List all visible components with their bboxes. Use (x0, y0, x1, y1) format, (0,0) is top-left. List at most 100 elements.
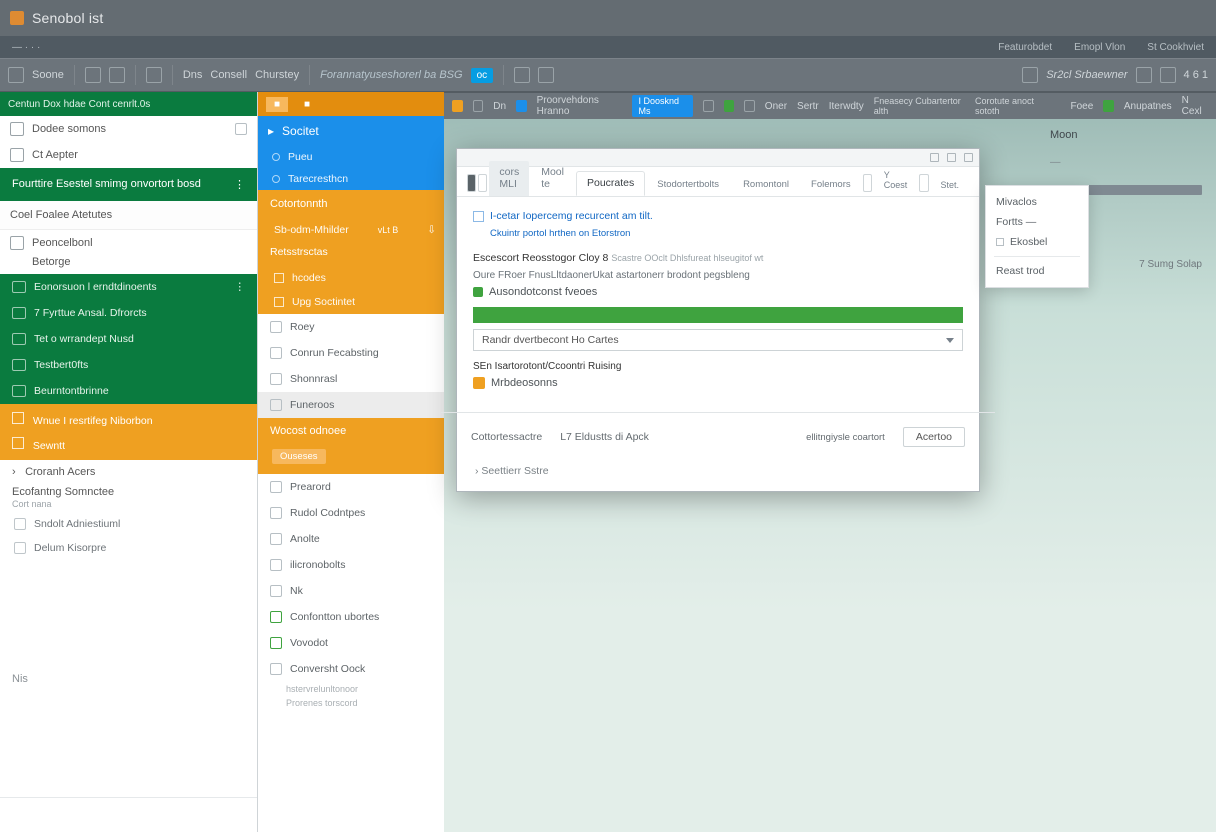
tool-icon[interactable] (1022, 67, 1038, 83)
mp-tab[interactable]: ■ (296, 97, 318, 112)
info-right-2[interactable]: St Cookhviet (1147, 42, 1204, 53)
mp-blue-item[interactable]: Pueu (258, 146, 444, 168)
mp-blue-header[interactable]: ▸Socitet (258, 116, 444, 146)
lp-item[interactable]: Betorge (0, 256, 257, 274)
tool-icon[interactable] (744, 100, 755, 112)
mp-orange-header2[interactable]: Wocost odnoee (258, 418, 444, 444)
minimize-icon[interactable] (930, 153, 939, 162)
lp-item[interactable]: Ct Aepter (0, 142, 257, 168)
tool-icon[interactable] (703, 100, 714, 112)
ct-right[interactable]: N Cexl (1182, 95, 1208, 117)
lp-subheader[interactable]: › Croranh Acers (0, 460, 257, 480)
mp-white-item[interactable]: Roey (258, 314, 444, 340)
mp-white-item[interactable]: Conversht Oock (258, 656, 444, 682)
tool-g1-0[interactable]: Dns (183, 69, 203, 81)
dialog-row[interactable]: Ausondotconst fveoes (473, 283, 963, 301)
mp-white-item[interactable]: ilicronobolts (258, 552, 444, 578)
tool-first[interactable]: Soone (32, 69, 64, 81)
mp-orange-item[interactable]: Upg Soctintet (258, 290, 444, 314)
dialog-link[interactable]: Ckuintr portol hrthen on Etorstron (473, 225, 963, 242)
ct-right[interactable]: Anupatnes (1124, 101, 1172, 112)
tool-r1[interactable]: Sr2cl Srbaewner (1046, 69, 1127, 81)
lp-item[interactable]: Sndolt Adniestiuml (0, 512, 257, 536)
lp-item[interactable]: Delum Kisorpre (0, 536, 257, 560)
lp-green-item[interactable]: 7 Fyrttue Ansal. Dfrorcts (0, 300, 257, 326)
dialog-tab-active[interactable]: Poucrates (576, 171, 645, 196)
ct-right[interactable]: Foee (1071, 101, 1094, 112)
tool-icon[interactable] (473, 100, 484, 112)
ct-mid[interactable]: Corotute anoct sototh (975, 96, 1051, 116)
lp-green-item[interactable]: Eonorsuon l erndtdinoents⋮ (0, 274, 257, 300)
ct-tag[interactable]: I Doosknd Ms (632, 95, 692, 117)
tool-badge[interactable]: oc (471, 68, 494, 83)
tab-icon[interactable] (919, 174, 928, 192)
lp-green-item[interactable]: Tet o wrrandept Nusd (0, 326, 257, 352)
mp-white-item[interactable]: Confontton ubortes (258, 604, 444, 630)
tool-icon[interactable] (1160, 67, 1176, 83)
ds-item[interactable]: Fortts — (994, 212, 1080, 232)
mp-white-item-selected[interactable]: Funeroos (258, 392, 444, 418)
tool-icon[interactable] (146, 67, 162, 83)
tool-g1-2[interactable]: Churstey (255, 69, 299, 81)
dialog-tab-group[interactable]: cors MLI (489, 161, 529, 196)
dialog-tab[interactable]: Romontonl (733, 174, 799, 196)
tool-icon[interactable] (1103, 100, 1114, 112)
mp-white-item[interactable]: Nk (258, 578, 444, 604)
mp-white-item[interactable]: Prearord (258, 474, 444, 500)
folder-icon[interactable] (452, 100, 463, 112)
mp-white-item[interactable]: Conrun Fecabsting (258, 340, 444, 366)
info-right-1[interactable]: Emopl Vlon (1074, 42, 1125, 53)
tool-icon[interactable] (85, 67, 101, 83)
ds-item[interactable]: Reast trod (994, 261, 1080, 281)
lp-gray-title[interactable]: Coel Foalee Atetutes (0, 201, 257, 230)
tab-icon[interactable] (467, 174, 476, 192)
lp-footer-icon[interactable] (0, 797, 257, 832)
dialog-link[interactable]: I-cetar Iopercemg recurcent am tilt. (473, 207, 963, 225)
lp-green-header[interactable]: Fourttire Esestel smimg onvortort bosd ⋮ (0, 168, 257, 201)
mp-white-item[interactable]: Anolte (258, 526, 444, 552)
lp-item[interactable]: Dodee somons (0, 116, 257, 142)
lp-green-item[interactable]: Testbert0fts (0, 352, 257, 378)
dialog-below[interactable]: › Seettierr Sstre (457, 459, 979, 491)
lp-item[interactable]: Peoncelbonl (0, 230, 257, 256)
tool-icon[interactable] (109, 67, 125, 83)
dialog-tab[interactable]: Y Coest (874, 165, 918, 196)
tool-icon[interactable] (538, 67, 554, 83)
tool-icon[interactable] (516, 100, 527, 112)
info-right-0[interactable]: Featurobdet (998, 42, 1052, 53)
lp-green-item[interactable]: Beurntontbrinne (0, 378, 257, 404)
tool-icon[interactable] (514, 67, 530, 83)
lp-footer[interactable]: Nis (0, 663, 257, 695)
download-icon[interactable]: ⇩ (427, 224, 436, 236)
maximize-icon[interactable] (947, 153, 956, 162)
ct-mid[interactable]: Iterwdty (829, 101, 864, 112)
ds-item[interactable]: Ekosbel (994, 232, 1080, 252)
close-icon[interactable] (964, 153, 973, 162)
mp-orange-item[interactable]: hcodes (258, 266, 444, 290)
mp-white-item[interactable]: Vovodot (258, 630, 444, 656)
dialog-tab[interactable]: Mool te (531, 161, 574, 196)
mp-blue-item[interactable]: Tarecresthcn (258, 168, 444, 190)
ct-item[interactable]: Proorvehdons Hranno (537, 95, 623, 117)
ct-mid[interactable]: Sertr (797, 101, 819, 112)
ds-item[interactable]: Mivaclos (994, 192, 1080, 212)
tool-icon[interactable] (724, 100, 735, 112)
tool-g1-1[interactable]: Consell (210, 69, 247, 81)
mp-chip[interactable]: Ouseses (272, 449, 326, 464)
lp-subheader[interactable]: Ecofantng Somnctee Cort nana (0, 480, 257, 512)
lp-orange-item[interactable]: Sewntt (0, 435, 257, 460)
tab-icon[interactable] (478, 174, 487, 192)
lp-orange-item[interactable]: Wnue I resrtifeg Niborbon (0, 404, 257, 435)
dialog-tab[interactable]: Stet. (931, 175, 970, 196)
tool-icon[interactable] (8, 67, 24, 83)
ct-mid[interactable]: Oner (765, 101, 787, 112)
mp-white-item[interactable]: Rudol Codntpes (258, 500, 444, 526)
mp-orange-row[interactable]: Sb-odm-Mhilder vLt B ⇩ (258, 218, 444, 242)
dialog-tab[interactable]: Stodortertbolts (647, 174, 729, 196)
mp-white-item[interactable]: Shonnrasl (258, 366, 444, 392)
ct-mid[interactable]: Fneasecy Cubartertor alth (874, 96, 965, 116)
mp-tab[interactable]: ■ (266, 97, 288, 112)
ct-item[interactable]: Dn (493, 101, 506, 112)
dialog-select[interactable]: Randr dvertbecont Ho Cartes (473, 329, 963, 351)
dialog-action-button[interactable]: Acertoo (903, 427, 965, 447)
